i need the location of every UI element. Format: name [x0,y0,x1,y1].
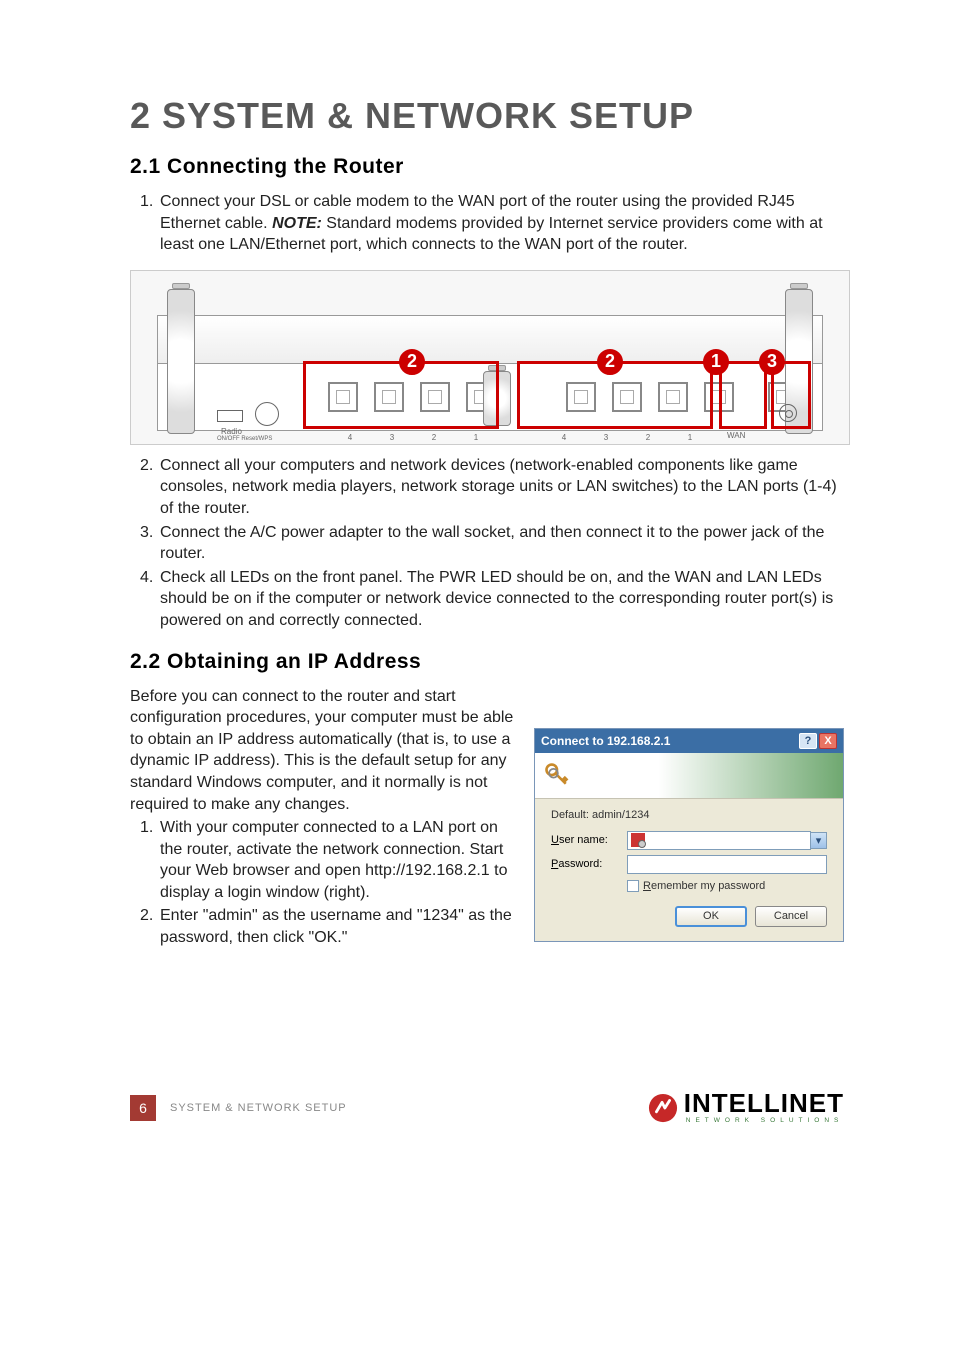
user-icon [631,833,645,847]
help-button[interactable]: ? [799,733,817,749]
username-label: User name: [551,834,627,846]
intro-paragraph: Before you can connect to the router and… [130,686,522,816]
remember-checkbox[interactable] [627,880,639,892]
dialog-titlebar[interactable]: Connect to 192.168.2.1 ? X [535,729,843,753]
radio-switch-icon [217,410,243,422]
brand-logo: INTELLINET NETWORK SOLUTIONS [648,1092,844,1124]
username-input[interactable] [627,831,811,850]
step-number: 2. [140,455,160,477]
step-text: Check all LEDs on the front panel. The P… [160,569,833,629]
highlight-box [303,361,499,429]
list-item: 2.Connect all your computers and network… [130,455,844,520]
section1-steps-cont: 2.Connect all your computers and network… [130,455,844,632]
ok-button[interactable]: OK [675,906,747,927]
section2-steps: 1.With your computer connected to a LAN … [130,817,522,949]
footer-section-text: SYSTEM & NETWORK SETUP [170,1102,347,1114]
password-label: Password: [551,858,627,870]
note-label: NOTE: [272,215,322,232]
section-heading-2: 2.2 Obtaining an IP Address [130,650,844,674]
cancel-button[interactable]: Cancel [755,906,827,927]
section-heading-1: 2.1 Connecting the Router [130,155,844,179]
list-item: 3.Connect the A/C power adapter to the w… [130,522,844,565]
step-number: 1. [140,191,160,213]
page-number: 6 [130,1095,156,1121]
radio-label: Radio [221,427,242,436]
list-item: 1.Connect your DSL or cable modem to the… [130,191,844,256]
keys-icon [543,761,571,789]
page-footer: 6 SYSTEM & NETWORK SETUP INTELLINET NETW… [130,1095,844,1121]
login-dialog: Connect to 192.168.2.1 ? X Default: admi… [534,728,844,942]
port-numbers: 4 3 2 1 [329,433,497,442]
callout-badge: 3 [759,349,785,375]
callout-badge: 1 [703,349,729,375]
step-text: Enter "admin" as the username and "1234"… [160,907,512,946]
list-item: 1.With your computer connected to a LAN … [130,817,522,903]
step-text: Connect the A/C power adapter to the wal… [160,524,824,563]
brand-mark-icon [648,1093,678,1123]
step-number: 2. [140,905,160,927]
step-text: Connect all your computers and network d… [160,457,837,517]
dialog-title-text: Connect to 192.168.2.1 [541,734,670,748]
step-number: 3. [140,522,160,544]
brand-tagline: NETWORK SOLUTIONS [686,1117,844,1124]
wps-button-icon [255,402,279,426]
dropdown-button[interactable]: ▾ [811,832,827,849]
switch-label: ON/OFF Reset/WPS [217,436,272,442]
callout-badge: 2 [597,349,623,375]
step-number: 1. [140,817,160,839]
page-title: 2 SYSTEM & NETWORK SETUP [130,95,844,137]
password-input[interactable] [627,855,827,874]
step-text: With your computer connected to a LAN po… [160,819,508,901]
dialog-banner [535,753,843,799]
antenna-icon [167,289,195,434]
router-diagram: Radio ON/OFF Reset/WPS 4 3 2 1 4 3 2 1 W… [130,270,850,445]
callout-badge: 2 [399,349,425,375]
list-item: 4.Check all LEDs on the front panel. The… [130,567,844,632]
close-button[interactable]: X [819,733,837,749]
port-numbers: 4 3 2 1 [543,433,711,442]
highlight-box [719,361,767,429]
wan-label: WAN [727,431,745,440]
remember-label: Remember my password [643,880,765,892]
step-number: 4. [140,567,160,589]
list-item: 2.Enter "admin" as the username and "123… [130,905,522,948]
realm-text: Default: admin/1234 [551,809,827,821]
brand-name: INTELLINET [684,1092,844,1115]
section1-steps: 1.Connect your DSL or cable modem to the… [130,191,844,256]
